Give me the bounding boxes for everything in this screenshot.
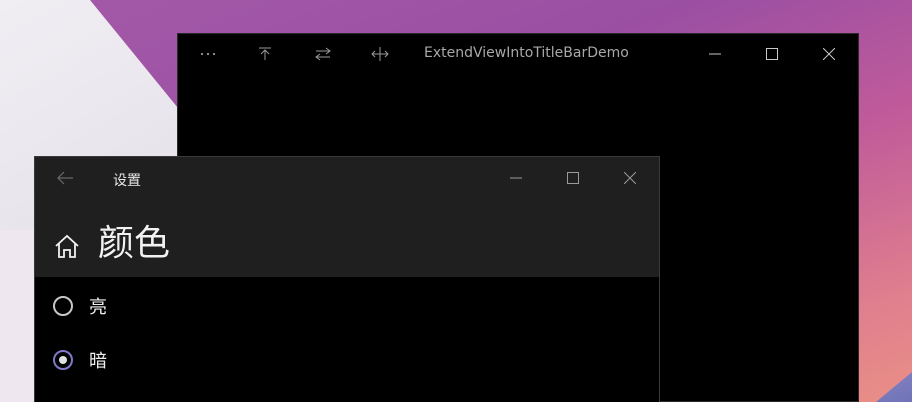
back-arrow-icon: [57, 171, 73, 185]
close-icon: [624, 172, 636, 184]
settings-maximize-button[interactable]: [550, 157, 596, 199]
settings-titlebar[interactable]: 设置: [35, 157, 659, 199]
settings-minimize-button[interactable]: [493, 157, 539, 199]
radio-option-light[interactable]: 亮: [53, 291, 107, 321]
minimize-icon: [709, 53, 721, 55]
maximize-icon: [766, 48, 778, 60]
page-title: 颜色: [98, 223, 171, 264]
back-button[interactable]: [45, 163, 85, 193]
maximize-button[interactable]: [749, 34, 795, 74]
radio-label: 亮: [89, 297, 107, 318]
close-button[interactable]: [806, 34, 852, 74]
settings-close-button[interactable]: [607, 157, 653, 199]
radio-label: 暗: [89, 351, 107, 372]
split-icon[interactable]: [360, 34, 400, 74]
settings-page-header: 颜色: [35, 199, 659, 277]
radio-button-selected[interactable]: [53, 350, 73, 370]
wallpaper-shape: [876, 372, 912, 402]
home-icon[interactable]: [53, 233, 81, 261]
close-icon: [823, 48, 835, 60]
radio-button[interactable]: [53, 296, 73, 316]
more-icon[interactable]: [188, 34, 228, 74]
minimize-button[interactable]: [692, 34, 738, 74]
minimize-icon: [510, 177, 522, 179]
window-title: ExtendViewIntoTitleBarDemo: [424, 45, 629, 61]
swap-icon[interactable]: [303, 34, 343, 74]
maximize-icon: [567, 172, 579, 184]
main-window-titlebar[interactable]: ExtendViewIntoTitleBarDemo: [178, 34, 858, 74]
settings-window-title: 设置: [113, 173, 141, 189]
radio-option-dark[interactable]: 暗: [53, 345, 107, 375]
settings-window: 设置 颜色 亮 暗: [34, 156, 660, 402]
arrow-up-to-line-icon[interactable]: [245, 34, 285, 74]
